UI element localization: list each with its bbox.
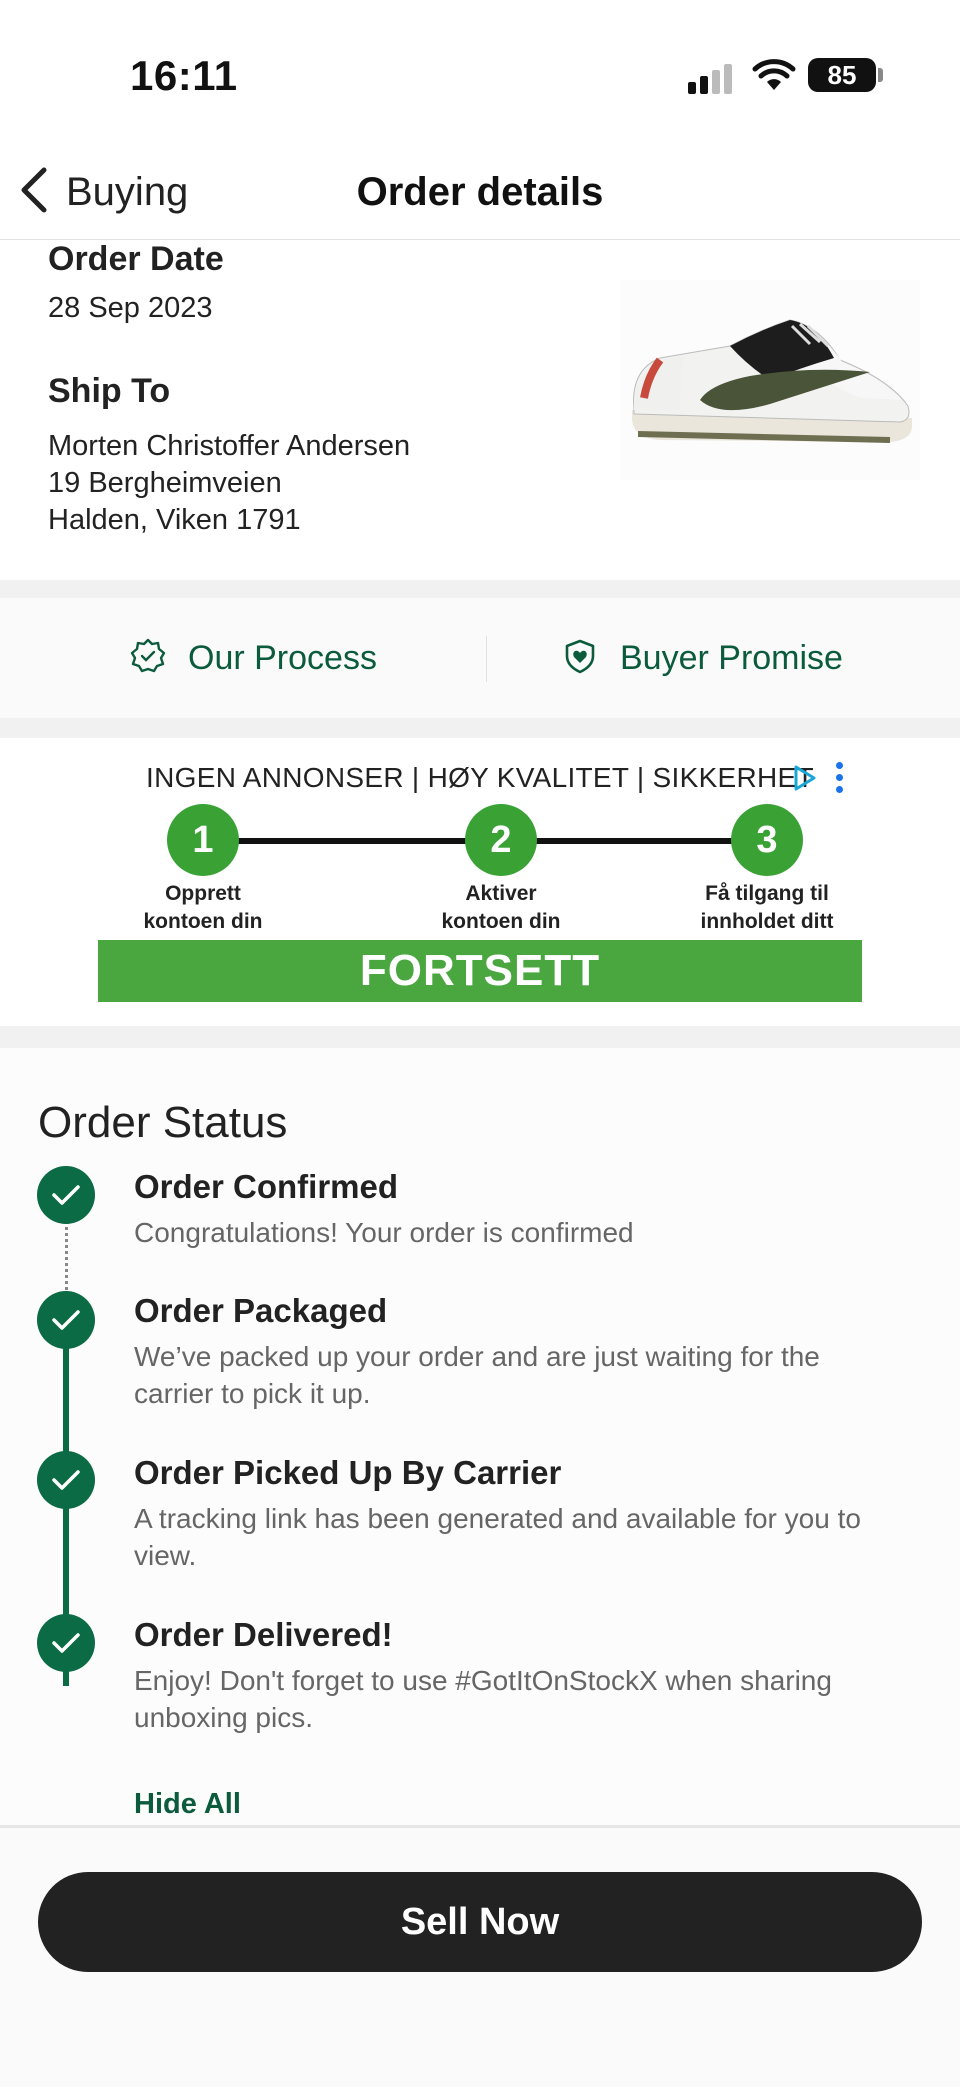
status-step-3-desc: A tracking link has been generated and a… — [134, 1503, 861, 1571]
buyer-promise-label: Buyer Promise — [620, 638, 843, 677]
ad-step-1-label: Opprett kontoen din — [93, 880, 313, 936]
signal-icon — [688, 62, 736, 94]
order-date: 28 Sep 2023 — [48, 292, 213, 324]
check-icon — [37, 1291, 95, 1349]
status-step-2-title: Order Packaged — [134, 1292, 388, 1329]
ad-step-3-circle: 3 — [731, 804, 803, 876]
ad-step-3-line1: Få tilgang til — [705, 882, 829, 905]
check-icon — [37, 1451, 95, 1509]
status-time: 16:11 — [130, 52, 238, 99]
status-step-1-desc: Congratulations! Your order is confirmed — [134, 1217, 634, 1248]
status-bar: 16:11 85 — [0, 0, 960, 150]
nav-bar: Buying Order details — [0, 150, 960, 240]
status-step-4-title: Order Delivered! — [134, 1616, 393, 1653]
ad-cta-button[interactable]: FORTSETT — [98, 940, 862, 1002]
links-separator — [486, 636, 487, 682]
battery-level: 85 — [827, 59, 857, 90]
status-step-2-desc: We’ve packed up your order and are just … — [134, 1341, 820, 1409]
buyer-promise-link[interactable]: Buyer Promise — [562, 628, 843, 688]
ad-step-3-label: Få tilgang til innholdet ditt — [657, 880, 877, 936]
ad-step-1-line2: kontoen din — [143, 910, 263, 933]
order-status-heading: Order Status — [38, 1098, 288, 1147]
status-step-1-title: Order Confirmed — [134, 1168, 399, 1205]
ad-choices-icon[interactable] — [792, 764, 818, 797]
ad-step-3-line2: innholdet ditt — [700, 910, 834, 933]
sneaker-image[interactable] — [620, 280, 920, 480]
status-step-3-title: Order Picked Up By Carrier — [134, 1454, 562, 1491]
ad-step-2-line1: Aktiver — [465, 882, 537, 905]
check-icon — [37, 1166, 95, 1224]
shield-heart-icon — [562, 638, 598, 679]
ad-step-2-label: Aktiver kontoen din — [391, 880, 611, 936]
links-row: Our Process Buyer Promise — [0, 598, 960, 718]
battery-icon: 85 — [808, 58, 876, 92]
section-divider — [0, 580, 960, 598]
status-step-4-desc: Enjoy! Don't forget to use #GotItOnStock… — [134, 1665, 832, 1733]
order-status-section: Order Status Order Confirmed Congratulat… — [0, 1048, 960, 1825]
ad-menu-icon[interactable] — [836, 762, 846, 798]
sell-now-button[interactable]: Sell Now — [38, 1872, 922, 1972]
badge-check-icon — [130, 638, 166, 679]
ad-step-2-circle: 2 — [465, 804, 537, 876]
ship-city: Halden, Viken 1791 — [48, 504, 301, 536]
order-date-heading: Order Date — [48, 240, 224, 278]
our-process-link[interactable]: Our Process — [130, 628, 377, 688]
back-label: Buying — [66, 169, 189, 214]
ship-street: 19 Bergheimveien — [48, 467, 282, 499]
ad-step-1-line1: Opprett — [165, 882, 241, 905]
our-process-label: Our Process — [188, 638, 377, 677]
ad-banner[interactable]: INGEN ANNONSER | HØY KVALITET | SIKKERHE… — [0, 738, 960, 1026]
chevron-left-icon — [18, 166, 50, 219]
battery-tip — [878, 68, 883, 82]
ad-step-2-line2: kontoen din — [441, 910, 561, 933]
section-divider — [0, 718, 960, 738]
section-divider — [0, 1026, 960, 1048]
bottom-action-bar: Sell Now — [0, 1825, 960, 2087]
order-info: Order Date 28 Sep 2023 Ship To Morten Ch… — [0, 240, 960, 580]
back-button[interactable]: Buying — [18, 162, 188, 222]
check-icon — [37, 1614, 95, 1672]
ad-step-1-circle: 1 — [167, 804, 239, 876]
ship-name: Morten Christoffer Andersen — [48, 430, 411, 462]
ship-to-heading: Ship To — [48, 372, 171, 410]
hide-all-link[interactable]: Hide All — [134, 1788, 241, 1821]
wifi-icon — [752, 58, 796, 97]
